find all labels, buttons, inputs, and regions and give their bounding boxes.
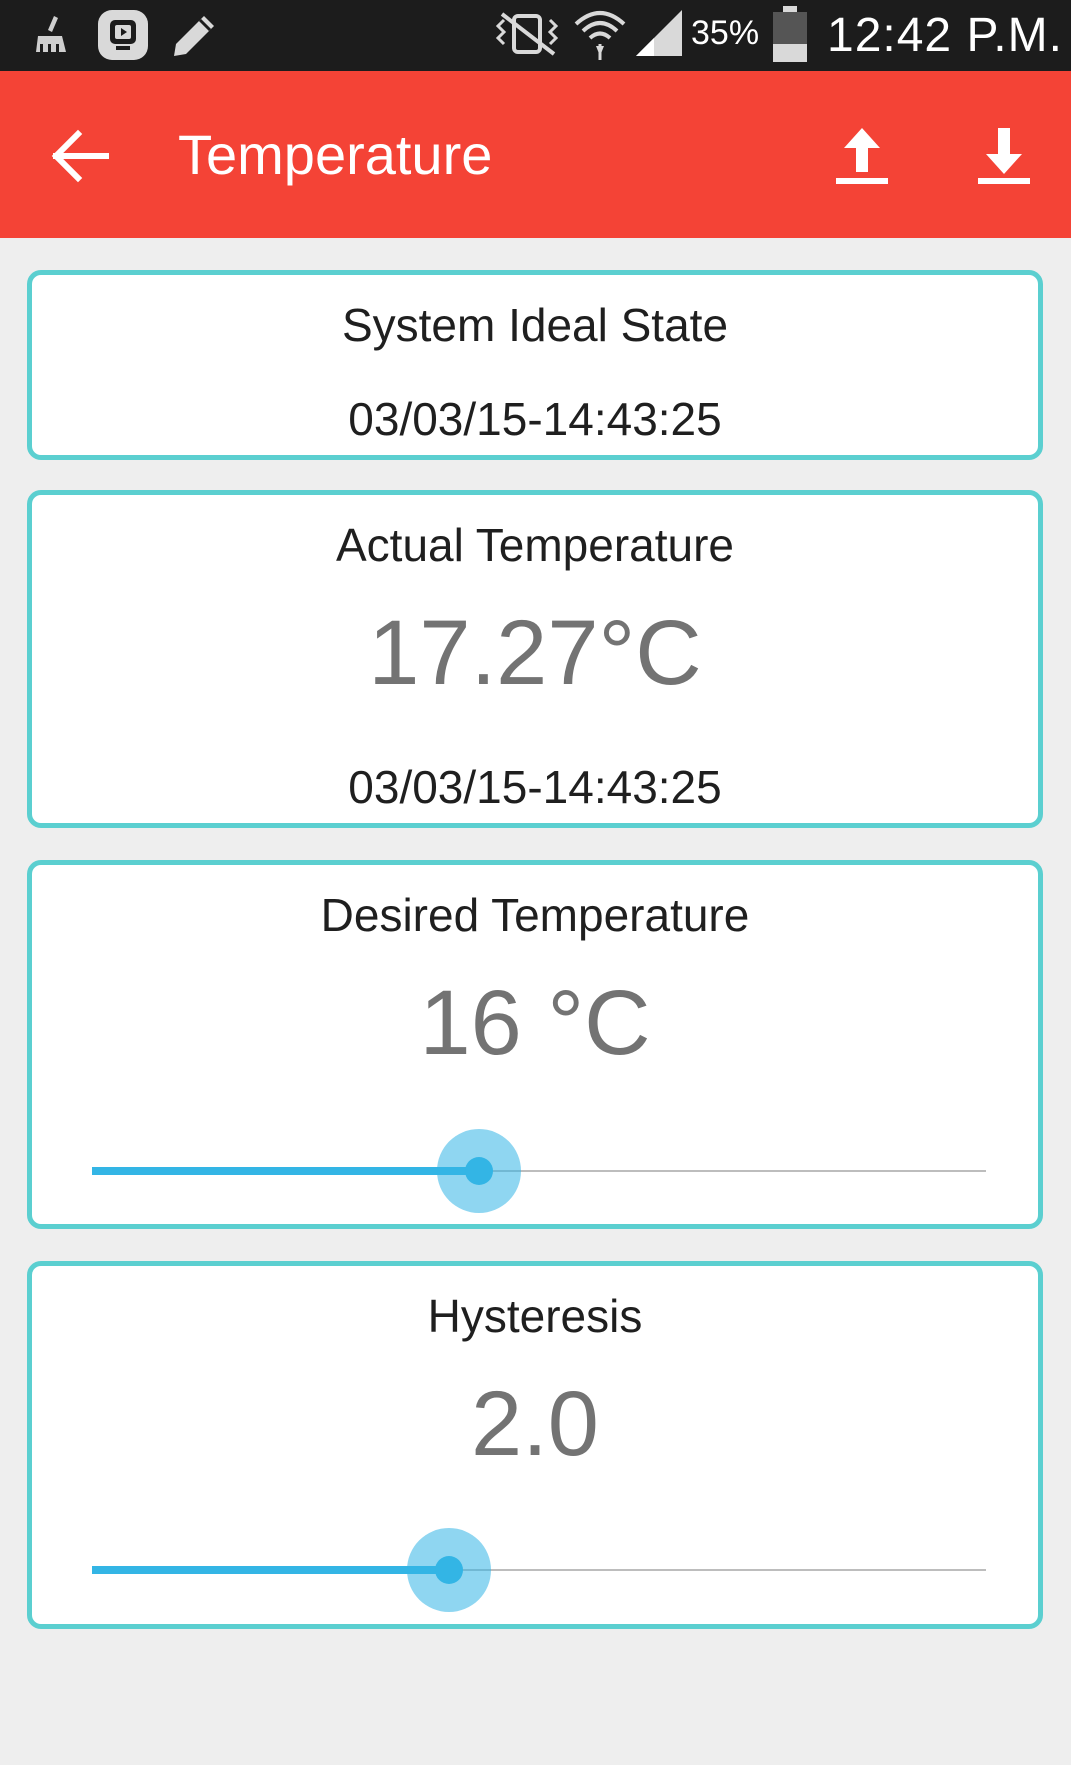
back-button[interactable] bbox=[46, 120, 118, 192]
page-title: Temperature bbox=[178, 123, 493, 186]
actual-temperature-timestamp: 03/03/15-14:43:25 bbox=[348, 761, 722, 813]
slider-fill bbox=[92, 1167, 480, 1175]
pencil-icon bbox=[174, 16, 214, 56]
upload-icon bbox=[836, 128, 888, 184]
hysteresis-value: 2.0 bbox=[471, 1373, 599, 1475]
system-state-card: System Ideal State 03/03/15-14:43:25 bbox=[27, 270, 1043, 460]
system-state-title: System Ideal State bbox=[341, 299, 729, 351]
app-icon bbox=[98, 10, 148, 60]
status-bar: 35% 12:42 P.M. bbox=[0, 0, 1071, 71]
app-bar: Temperature bbox=[0, 71, 1071, 238]
desired-temperature-title: Desired Temperature bbox=[320, 889, 750, 941]
slider-thumb[interactable] bbox=[465, 1157, 494, 1185]
download-icon bbox=[978, 128, 1030, 184]
battery-icon bbox=[773, 6, 807, 62]
desired-temperature-card: Desired Temperature 16 °C bbox=[27, 860, 1043, 1229]
vibrate-mute-icon bbox=[495, 12, 559, 56]
hysteresis-card: Hysteresis 2.0 bbox=[27, 1261, 1043, 1629]
desired-temperature-value: 16 °C bbox=[419, 972, 651, 1074]
cleaner-icon bbox=[36, 16, 66, 52]
actual-temperature-value: 17.27°C bbox=[368, 602, 702, 704]
slider-thumb[interactable] bbox=[434, 1556, 463, 1584]
signal-icon bbox=[636, 10, 682, 56]
download-button[interactable] bbox=[972, 118, 1036, 190]
upload-button[interactable] bbox=[830, 118, 894, 190]
wifi-icon bbox=[574, 11, 626, 60]
hysteresis-title: Hysteresis bbox=[427, 1290, 643, 1342]
battery-percentage: 35% bbox=[691, 14, 760, 52]
back-arrow-icon bbox=[51, 129, 109, 183]
actual-temperature-card: Actual Temperature 17.27°C 03/03/15-14:4… bbox=[27, 490, 1043, 828]
slider-fill bbox=[92, 1566, 449, 1574]
desired-temperature-slider[interactable] bbox=[92, 1129, 986, 1213]
clock: 12:42 P.M. bbox=[827, 9, 1063, 62]
hysteresis-slider[interactable] bbox=[92, 1528, 986, 1612]
actual-temperature-title: Actual Temperature bbox=[335, 519, 735, 571]
system-state-timestamp: 03/03/15-14:43:25 bbox=[348, 393, 722, 445]
